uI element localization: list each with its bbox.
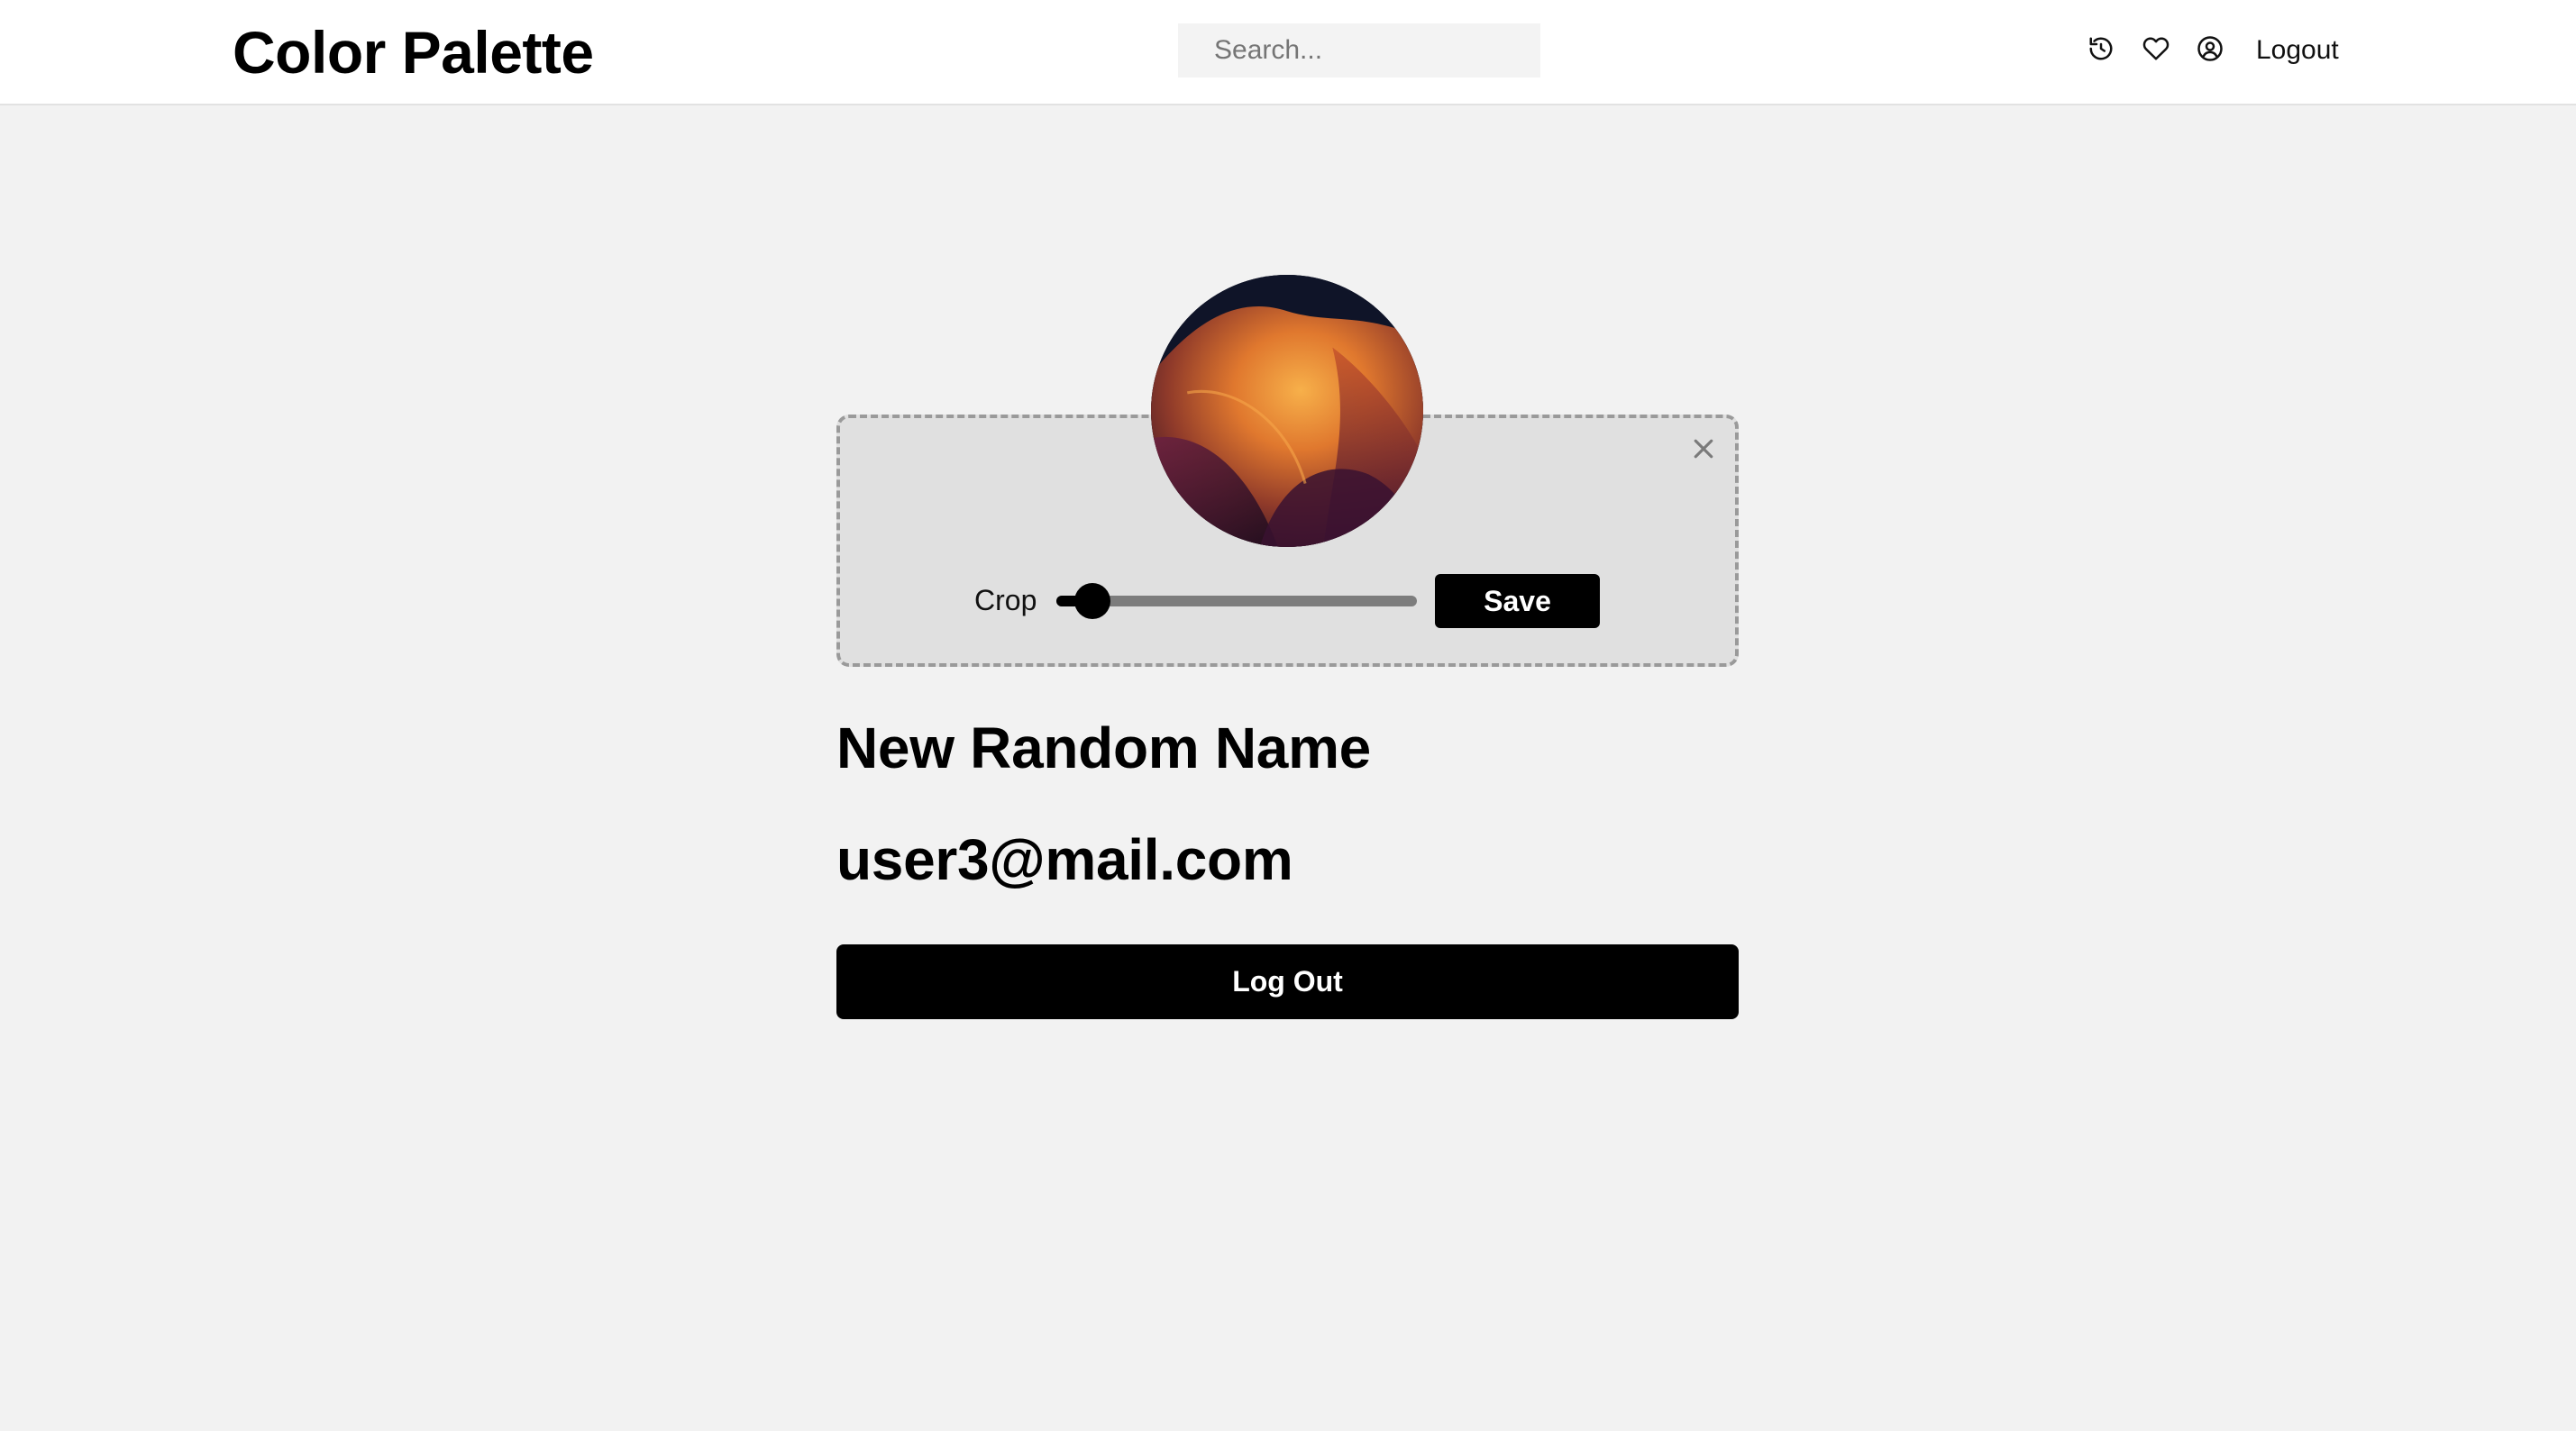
profile-name: New Random Name [836, 716, 1371, 780]
app-logo[interactable]: Color Palette [233, 16, 594, 88]
close-icon[interactable] [1687, 433, 1720, 465]
avatar[interactable] [1151, 275, 1423, 547]
crop-slider-handle[interactable] [1074, 583, 1110, 619]
user-circle-icon[interactable] [2196, 34, 2224, 63]
save-button[interactable]: Save [1435, 574, 1600, 628]
top-navbar: Color Palette Logout [0, 0, 2576, 105]
nav-logout-link[interactable]: Logout [2256, 32, 2339, 68]
crop-slider[interactable] [1056, 596, 1417, 606]
heart-icon[interactable] [2142, 34, 2170, 63]
crop-label: Crop [974, 584, 1037, 616]
log-out-button[interactable]: Log Out [836, 944, 1739, 1019]
avatar-image [1151, 275, 1423, 547]
profile-email: user3@mail.com [836, 827, 1293, 892]
search-input[interactable] [1178, 23, 1540, 77]
history-icon[interactable] [2087, 34, 2115, 63]
